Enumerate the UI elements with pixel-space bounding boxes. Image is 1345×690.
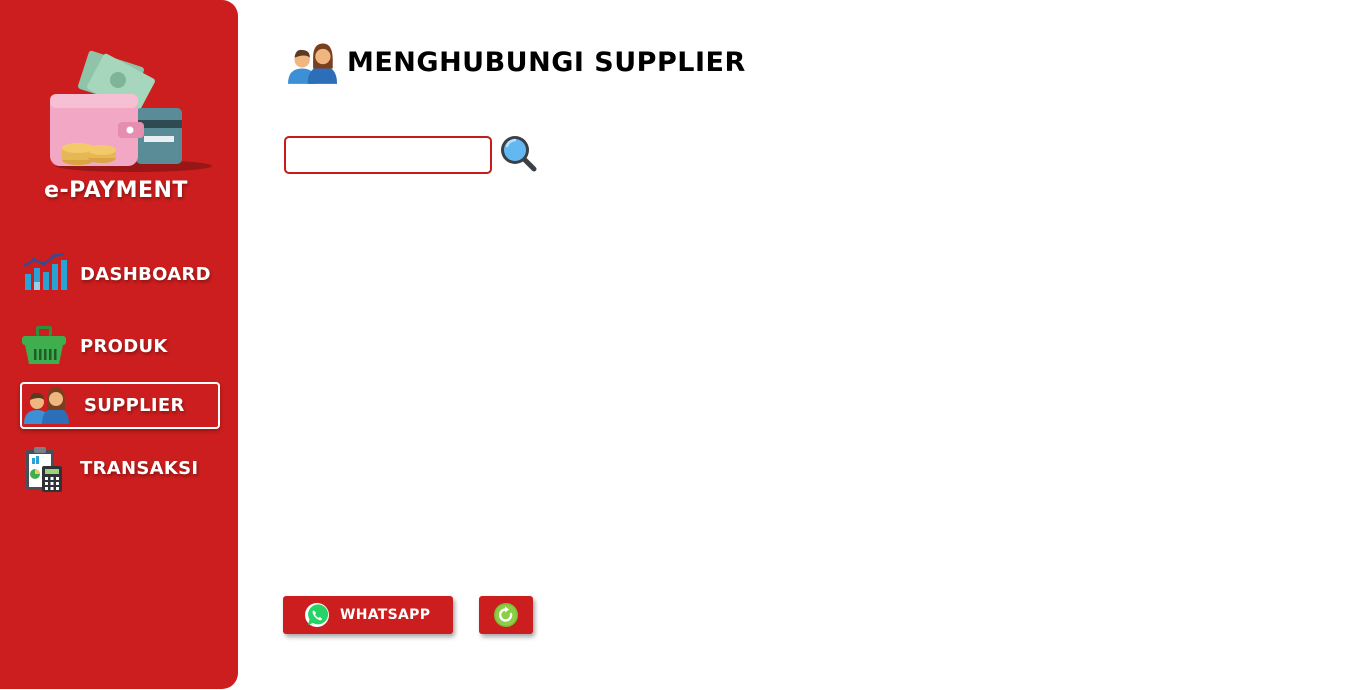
sidebar-item-label: DASHBOARD [80, 263, 211, 285]
sidebar-item-label: TRANSAKSI [80, 457, 199, 479]
basket-icon [20, 322, 68, 370]
sidebar-item-produk[interactable]: PRODUK [20, 322, 220, 370]
sidebar-item-label: SUPPLIER [84, 395, 185, 416]
magnifier-icon[interactable] [498, 133, 538, 173]
refresh-icon [493, 602, 519, 628]
sidebar-item-dashboard[interactable]: DASHBOARD [20, 250, 220, 298]
sidebar-item-supplier[interactable]: SUPPLIER [20, 382, 220, 429]
people-icon [22, 382, 70, 430]
page-title: MENGHUBUNGI SUPPLIER [347, 46, 746, 78]
sidebar: e-PAYMENT DASHBOARD PRODUK SUPPLIER TRAN… [0, 0, 238, 689]
whatsapp-button-label: WHATSAPP [340, 607, 431, 623]
search-input[interactable] [284, 136, 492, 174]
whatsapp-button[interactable]: WHATSAPP [283, 596, 453, 634]
sidebar-item-label: PRODUK [80, 335, 168, 357]
sidebar-item-transaksi[interactable]: TRANSAKSI [20, 444, 220, 492]
page-header: MENGHUBUNGI SUPPLIER [285, 38, 746, 86]
brand-name: e-PAYMENT [44, 178, 188, 203]
people-icon [285, 38, 339, 86]
refresh-button[interactable] [479, 596, 533, 634]
bar-chart-icon [20, 250, 68, 298]
clipboard-calculator-icon [20, 444, 68, 492]
wallet-logo [44, 50, 214, 175]
whatsapp-icon [304, 602, 330, 628]
